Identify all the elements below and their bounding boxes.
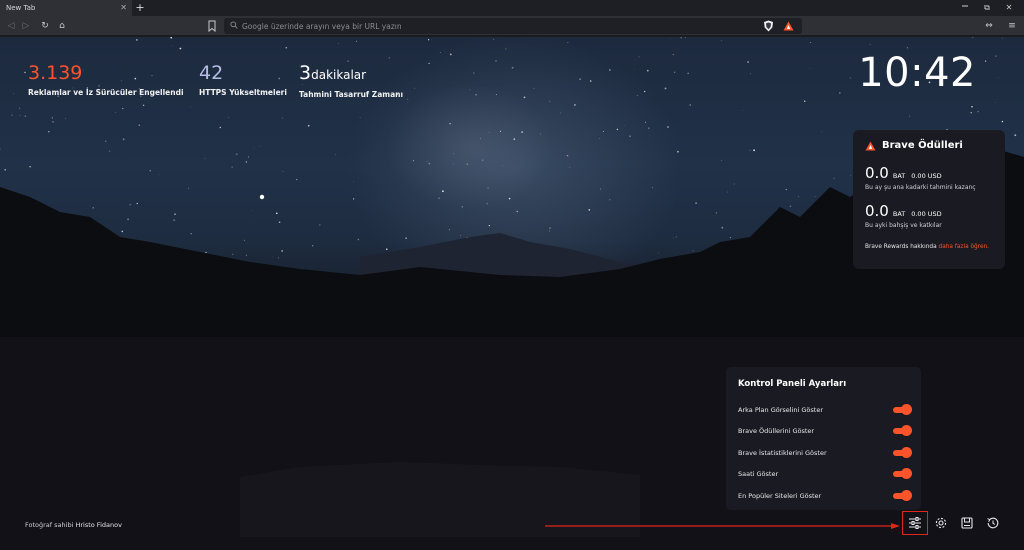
- bookmarks-icon[interactable]: [959, 515, 975, 531]
- tab-title: New Tab: [6, 4, 36, 12]
- reload-button[interactable]: ↻: [38, 16, 52, 36]
- time-saved-value: 3: [299, 62, 312, 84]
- back-button[interactable]: ◁: [4, 16, 18, 36]
- toggle-switch[interactable]: [893, 425, 912, 437]
- browser-toolbar: ◁ ▷ ↻ ⌂ ⇔ ≡: [0, 16, 1024, 36]
- trackers-label: Reklamlar ve İz Sürücüler Engellendi: [28, 88, 184, 97]
- month-usd: 0.00 USD: [911, 172, 942, 180]
- sync-icon[interactable]: ⇔: [982, 16, 996, 36]
- credit-prefix: Fotoğraf sahibi: [25, 521, 76, 529]
- annotation-arrow: [545, 523, 900, 529]
- tips-desc: Bu ayki bahşiş ve katkılar: [865, 222, 942, 229]
- window-close-button[interactable]: ✕: [998, 0, 1020, 16]
- option-label: Arka Plan Görselini Göster: [738, 405, 824, 414]
- option-rewards[interactable]: Brave Ödüllerini Göster: [738, 421, 912, 443]
- tab-close-icon[interactable]: ✕: [120, 0, 127, 16]
- option-label: En Popüler Siteleri Göster: [738, 491, 822, 500]
- minimize-button[interactable]: [954, 0, 976, 16]
- rewards-widget: Brave Ödülleri 0.0 BAT 0.00 USD Bu ay şu a…: [853, 130, 1005, 269]
- brave-rewards-logo-icon: [865, 141, 876, 150]
- gear-icon[interactable]: [933, 515, 949, 531]
- toggle-switch[interactable]: [893, 403, 912, 415]
- rewards-tips: 0.0 BAT 0.00 USD Bu ayki bahşiş ve katkıla…: [865, 201, 993, 229]
- stat-time: 3dakikalar Tahmini Tasarruf Zamanı: [299, 62, 403, 99]
- bookmark-icon[interactable]: [207, 20, 217, 32]
- rewards-month: 0.0 BAT 0.00 USD Bu ay şu ana kadarki tahm…: [865, 163, 993, 191]
- address-bar[interactable]: [224, 18, 802, 34]
- rewards-footer: Brave Rewards hakkında daha fazla öğren.: [865, 243, 993, 252]
- https-label: HTTPS Yükseltmeleri: [199, 88, 287, 97]
- time-saved-unit: dakikalar: [311, 68, 367, 82]
- toggle-switch[interactable]: [893, 446, 912, 458]
- learn-more-link[interactable]: daha fazla öğren.: [939, 244, 990, 250]
- option-stats[interactable]: Brave İstatistiklerini Göster: [738, 442, 912, 464]
- tab-strip: New Tab ✕ + ⧉ ✕: [0, 0, 1024, 16]
- rewards-title: Brave Ödülleri: [882, 140, 963, 151]
- option-label: Brave Ödüllerini Göster: [738, 427, 815, 436]
- month-desc: Bu ay şu ana kadarki tahmini kazanç: [865, 184, 976, 191]
- option-label: Saati Göster: [738, 470, 779, 479]
- option-top-sites[interactable]: En Popüler Siteleri Göster: [738, 485, 912, 507]
- panel-title: Kontrol Paneli Ayarları: [738, 379, 847, 389]
- option-background[interactable]: Arka Plan Görselini Göster: [738, 399, 912, 421]
- new-tab-button[interactable]: +: [134, 0, 146, 16]
- brave-rewards-icon[interactable]: [783, 21, 794, 31]
- tips-usd: 0.00 USD: [911, 210, 942, 218]
- https-count: 42: [199, 62, 224, 84]
- brave-shields-icon[interactable]: [763, 20, 774, 32]
- time-saved: 3dakikalar: [299, 62, 403, 86]
- tab-new-tab[interactable]: New Tab ✕: [0, 0, 132, 16]
- stat-https: 42 HTTPS Yükseltmeleri: [199, 62, 287, 97]
- home-button[interactable]: ⌂: [55, 16, 69, 36]
- month-amount: 0.0: [865, 164, 889, 182]
- clock: 10:42: [858, 50, 976, 96]
- month-currency: BAT: [892, 172, 906, 180]
- time-label: Tahmini Tasarruf Zamanı: [299, 90, 404, 99]
- credit-author[interactable]: Hristo Fidanov: [75, 521, 121, 529]
- forward-button[interactable]: ▷: [19, 16, 33, 36]
- toggle-switch[interactable]: [893, 489, 912, 501]
- tips-amount: 0.0: [865, 202, 889, 220]
- minimize-icon: [962, 5, 968, 7]
- trackers-count: 3.139: [28, 62, 83, 84]
- rewards-footer-text: Brave Rewards hakkında: [865, 244, 939, 250]
- url-input[interactable]: [242, 20, 742, 32]
- customize-icon[interactable]: [907, 515, 923, 531]
- search-icon: [230, 21, 238, 29]
- stat-trackers: 3.139 Reklamlar ve İz Sürücüler Engellen…: [28, 62, 184, 97]
- option-label: Brave İstatistiklerini Göster: [738, 448, 827, 457]
- photo-credit: Fotoğraf sahibi Hristo Fidanov: [25, 521, 122, 529]
- restore-button[interactable]: ⧉: [976, 0, 998, 16]
- dashboard-settings-panel: Kontrol Paneli Ayarları Arka Plan Görsel…: [726, 367, 921, 510]
- rewards-header: Brave Ödülleri: [865, 140, 993, 151]
- toggle-switch[interactable]: [893, 468, 912, 480]
- tips-currency: BAT: [892, 210, 906, 218]
- option-clock[interactable]: Saati Göster: [738, 464, 912, 486]
- history-icon[interactable]: [985, 515, 1001, 531]
- menu-button[interactable]: ≡: [1005, 16, 1019, 36]
